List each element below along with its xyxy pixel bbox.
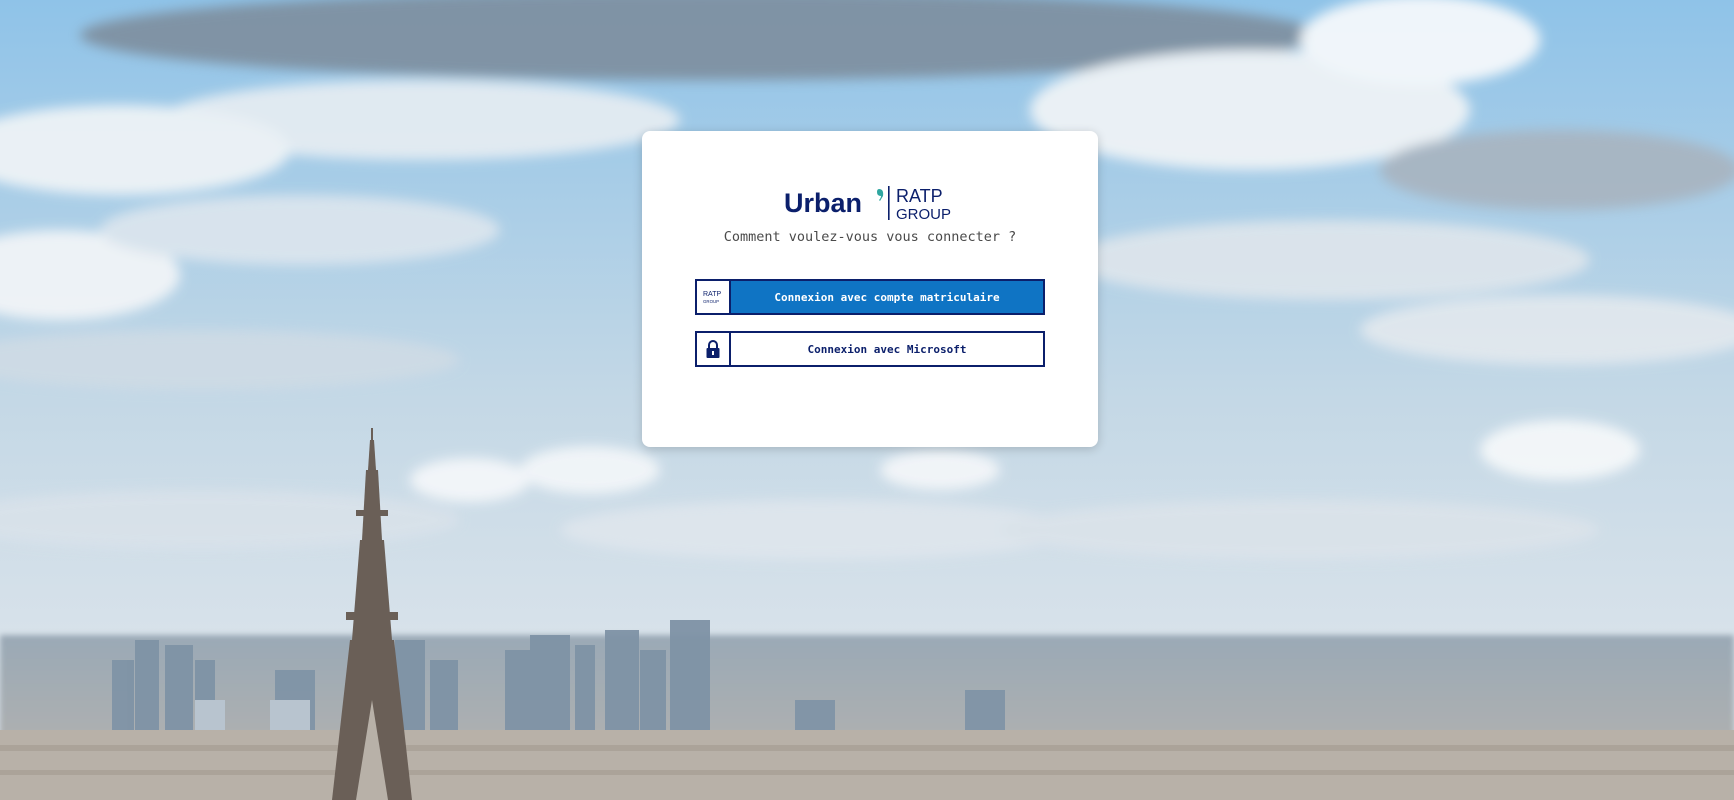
svg-text:RATP: RATP: [896, 186, 943, 206]
login-page: Urban RATP GROUP Comment voulez-vous vou…: [0, 0, 1734, 800]
login-microsoft-button[interactable]: Connexion avec Microsoft: [695, 331, 1045, 367]
login-employee-account-button[interactable]: RATP GROUP Connexion avec compte matricu…: [695, 279, 1045, 315]
svg-text:GROUP: GROUP: [896, 206, 951, 223]
login-employee-account-label: Connexion avec compte matriculaire: [774, 290, 1000, 304]
login-prompt: Comment voulez-vous vous connecter ?: [723, 229, 1017, 245]
svg-text:Urban: Urban: [784, 188, 862, 218]
lock-icon: [697, 333, 731, 365]
login-microsoft-label: Connexion avec Microsoft: [807, 342, 967, 356]
svg-text:GROUP: GROUP: [703, 299, 719, 304]
urban-ratp-group-logo: Urban RATP GROUP: [784, 186, 951, 223]
login-card: Urban RATP GROUP Comment voulez-vous vou…: [642, 131, 1098, 447]
svg-text:RATP: RATP: [703, 291, 721, 298]
ratp-group-logo-icon: RATP GROUP: [697, 281, 731, 313]
